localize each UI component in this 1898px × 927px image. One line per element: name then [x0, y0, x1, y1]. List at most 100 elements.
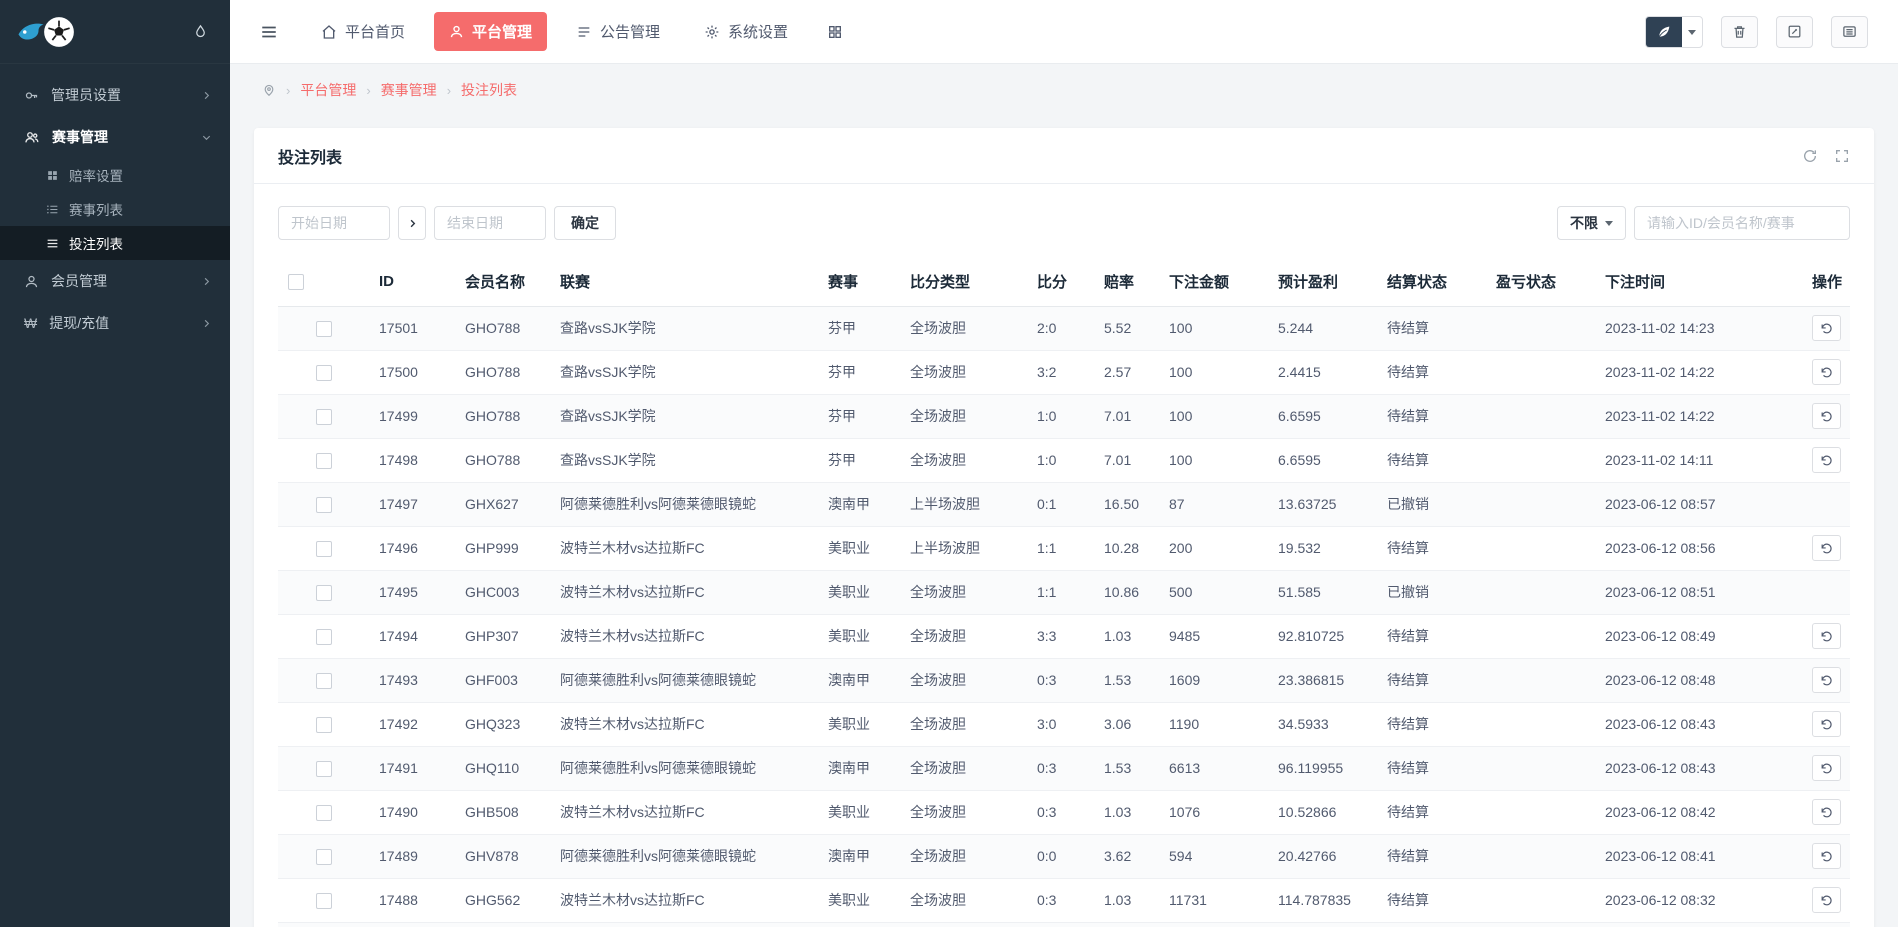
cell-league: 查路vsSJK学院: [550, 438, 818, 483]
breadcrumb-link-match[interactable]: 赛事管理: [381, 80, 437, 100]
nav-announcement-management[interactable]: 公告管理: [561, 12, 675, 51]
cell-odds: 5.52: [1094, 306, 1159, 351]
cell-score: 1:0: [1027, 394, 1094, 439]
layout-list-button[interactable]: [1831, 15, 1868, 48]
breadcrumb-link-platform[interactable]: 平台管理: [300, 80, 356, 100]
sidebar-item-label: 赛事管理: [52, 129, 108, 145]
table-row: 17490 GHB508 波特兰木材vs达拉斯FC 美职业 全场波胆 0:3 1…: [278, 790, 1850, 835]
sidebar-item-member-management[interactable]: 会员管理: [0, 260, 230, 302]
edit-button[interactable]: [1776, 15, 1813, 48]
limit-dropdown[interactable]: 不限: [1557, 206, 1626, 240]
select-all-checkbox[interactable]: [288, 274, 304, 291]
cell-amount: 6613: [1159, 746, 1268, 791]
cell-pl-status: [1486, 526, 1595, 571]
row-checkbox[interactable]: [315, 716, 332, 733]
row-undo-button[interactable]: [1812, 799, 1841, 825]
chevron-right-icon: [201, 276, 212, 287]
sidebar: 管理员设置 赛事管理 赔率设置 赛事列表 投注列表 会员管理 ₩ 提现/充值: [0, 0, 230, 927]
sidebar-item-match-list[interactable]: 赛事列表: [0, 192, 230, 226]
search-input[interactable]: [1634, 206, 1850, 240]
content-area: 投注列表 开始日期 结束日期 确定 不限 请输入ID/会员名称/赛事 ID 会员…: [230, 116, 1898, 927]
row-undo-button[interactable]: [1812, 667, 1841, 693]
cell-event: 美职业: [818, 570, 900, 615]
end-date-input[interactable]: [434, 206, 546, 240]
row-checkbox[interactable]: [315, 804, 332, 821]
row-checkbox[interactable]: [315, 848, 332, 865]
row-checkbox[interactable]: [315, 408, 332, 425]
row-undo-button[interactable]: [1812, 711, 1841, 737]
cell-league: 阿德莱德胜利vs阿德莱德眼镜蛇: [550, 834, 818, 879]
cell-time: 2023-11-02 14:23: [1595, 306, 1802, 351]
cell-score-type: 上半场波胆: [900, 482, 1027, 527]
row-checkbox[interactable]: [315, 320, 332, 337]
cell-settle-status: 待结算: [1377, 438, 1486, 483]
cell-settle-status: 待结算: [1377, 306, 1486, 351]
row-checkbox[interactable]: [315, 540, 332, 557]
breadcrumb-link-bet-list[interactable]: 投注列表: [461, 80, 517, 100]
sidebar-item-label: 会员管理: [51, 273, 107, 289]
cell-time: 2023-06-12 08:48: [1595, 658, 1802, 703]
cell-score: 0:3: [1027, 746, 1094, 791]
cell-amount: 100: [1159, 438, 1268, 483]
cell-checkbox: [278, 790, 369, 835]
row-checkbox[interactable]: [315, 496, 332, 513]
cell-amount: 100: [1159, 350, 1268, 395]
row-checkbox[interactable]: [315, 364, 332, 381]
sidebar-item-odds-settings[interactable]: 赔率设置: [0, 158, 230, 192]
trash-button[interactable]: [1721, 15, 1758, 48]
cell-score-type: 全场波胆: [900, 570, 1027, 615]
row-undo-button[interactable]: [1812, 403, 1841, 429]
refresh-icon[interactable]: [1802, 148, 1818, 164]
cell-odds: 1.03: [1094, 878, 1159, 923]
sidebar-item-match-management[interactable]: 赛事管理: [0, 116, 230, 158]
row-undo-button[interactable]: [1812, 447, 1841, 473]
table-header-row: ID 会员名称 联赛 赛事 比分类型 比分 赔率 下注金额 预计盈利 结算状态: [278, 258, 1850, 307]
cell-settle-status: 待结算: [1377, 834, 1486, 879]
sidebar-item-admin-settings[interactable]: 管理员设置: [0, 74, 230, 116]
header-action: 操作: [1802, 258, 1850, 307]
row-checkbox[interactable]: [315, 628, 332, 645]
cell-action: [1802, 658, 1850, 703]
cell-amount: 1609: [1159, 658, 1268, 703]
fullscreen-icon[interactable]: [1834, 148, 1850, 164]
sidebar-subitem-label: 赛事列表: [69, 203, 123, 218]
cell-pl-status: [1486, 702, 1595, 747]
hamburger-icon[interactable]: [260, 23, 278, 41]
table-row: 17500 GHO788 查路vsSJK学院 芬甲 全场波胆 3:2 2.57 …: [278, 350, 1850, 395]
row-checkbox[interactable]: [315, 672, 332, 689]
cell-amount: 100: [1159, 394, 1268, 439]
droplet-icon[interactable]: [193, 24, 208, 39]
nav-platform-home[interactable]: 平台首页: [306, 12, 420, 51]
cell-checkbox: [278, 834, 369, 879]
date-range-arrow-button[interactable]: [398, 206, 426, 240]
table-row: 17497 GHX627 阿德莱德胜利vs阿德莱德眼镜蛇 澳南甲 上半场波胆 0…: [278, 482, 1850, 527]
row-undo-button[interactable]: [1812, 315, 1841, 341]
nav-system-settings[interactable]: 系统设置: [689, 12, 803, 51]
apps-grid-button[interactable]: [817, 15, 853, 49]
cell-member: GHG562: [455, 878, 550, 923]
cell-profit: 20.42766: [1268, 834, 1377, 879]
row-undo-button[interactable]: [1812, 755, 1841, 781]
row-undo-button[interactable]: [1812, 359, 1841, 385]
row-undo-button[interactable]: [1812, 623, 1841, 649]
sidebar-submenu: 赔率设置 赛事列表 投注列表: [0, 158, 230, 260]
cell-score: 3:2: [1027, 350, 1094, 395]
row-checkbox[interactable]: [315, 452, 332, 469]
cell-profit: 114.787835: [1268, 878, 1377, 923]
filter-row: 确定 不限: [278, 206, 1850, 240]
row-undo-button[interactable]: [1812, 887, 1841, 913]
cell-event: 澳南甲: [818, 746, 900, 791]
sidebar-item-withdraw-recharge[interactable]: ₩ 提现/充值: [0, 302, 230, 344]
sidebar-item-bet-list[interactable]: 投注列表: [0, 226, 230, 260]
confirm-button[interactable]: 确定: [554, 206, 616, 240]
row-checkbox[interactable]: [315, 892, 332, 909]
row-checkbox[interactable]: [315, 584, 332, 601]
theme-switcher-button[interactable]: [1645, 15, 1703, 48]
row-undo-button[interactable]: [1812, 843, 1841, 869]
row-undo-button[interactable]: [1812, 535, 1841, 561]
start-date-input[interactable]: [278, 206, 390, 240]
nav-platform-management[interactable]: 平台管理: [434, 12, 548, 51]
row-checkbox[interactable]: [315, 760, 332, 777]
nav-label: 系统设置: [728, 24, 789, 41]
chevron-down-icon: [201, 132, 212, 143]
